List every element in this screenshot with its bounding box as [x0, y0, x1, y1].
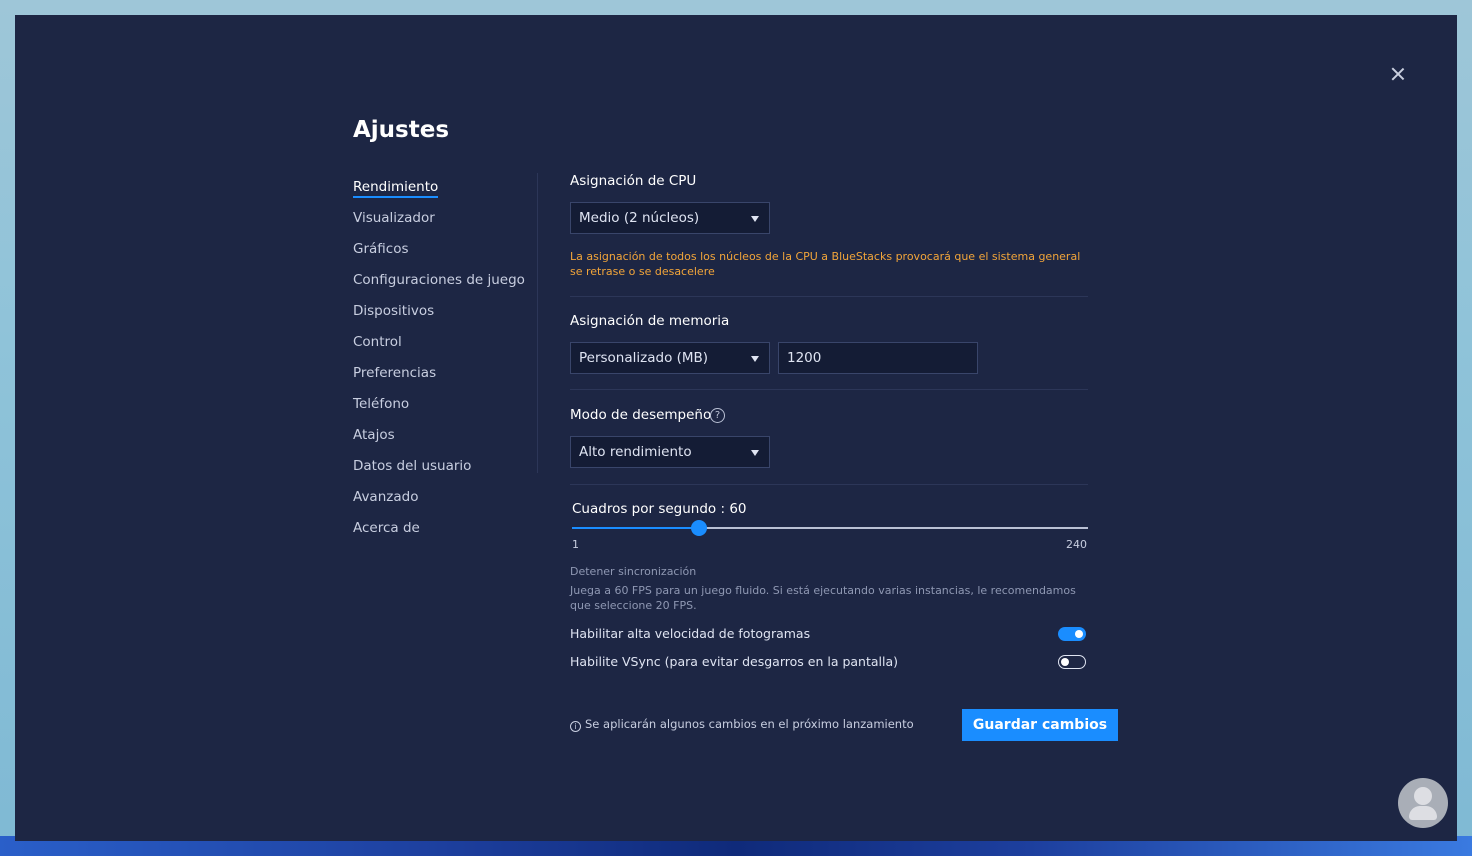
- sidebar-item-control[interactable]: Control: [353, 333, 525, 364]
- sidebar-item-avanzado[interactable]: Avanzado: [353, 488, 525, 519]
- sidebar-item-telefono[interactable]: Teléfono: [353, 395, 525, 426]
- dialog-title: Ajustes: [353, 117, 450, 143]
- sidebar-item-label: Rendimiento: [353, 179, 439, 198]
- section-divider: [570, 484, 1088, 485]
- chevron-down-icon: [751, 216, 759, 222]
- sidebar-item-visualizador[interactable]: Visualizador: [353, 209, 525, 240]
- performance-mode-value: Alto rendimiento: [579, 444, 692, 460]
- performance-mode-label: Modo de desempeño: [570, 407, 712, 423]
- info-circle-icon: i: [570, 721, 581, 732]
- fps-label: Cuadros por segundo : 60: [572, 501, 747, 517]
- fps-slider-track[interactable]: [572, 527, 1088, 529]
- fps-slider-fill: [572, 527, 700, 529]
- cpu-allocation-label: Asignación de CPU: [570, 173, 697, 189]
- cpu-allocation-select[interactable]: Medio (2 núcleos): [570, 202, 770, 234]
- save-changes-button[interactable]: Guardar cambios: [962, 709, 1118, 741]
- avatar-watermark-icon: [1398, 778, 1448, 828]
- sidebar-item-atajos[interactable]: Atajos: [353, 426, 525, 457]
- fps-slider-thumb[interactable]: [691, 520, 708, 536]
- restart-info: i Se aplicarán algunos cambios en el próx…: [570, 717, 914, 732]
- vsync-toggle[interactable]: [1058, 655, 1086, 669]
- sync-description: Juega a 60 FPS para un juego fluido. Si …: [570, 584, 1076, 612]
- chevron-down-icon: [751, 450, 759, 456]
- sidebar-item-graficos[interactable]: Gráficos: [353, 240, 525, 271]
- sidebar-item-label: Atajos: [353, 427, 395, 443]
- sidebar-item-datos-del-usuario[interactable]: Datos del usuario: [353, 457, 525, 488]
- performance-mode-select[interactable]: Alto rendimiento: [570, 436, 770, 468]
- toggle-knob: [1075, 630, 1083, 638]
- sidebar-item-label: Configuraciones de juego: [353, 272, 525, 288]
- close-icon[interactable]: [1388, 64, 1408, 84]
- memory-allocation-label: Asignación de memoria: [570, 313, 730, 329]
- memory-allocation-select[interactable]: Personalizado (MB): [570, 342, 770, 374]
- settings-sidebar: Rendimiento Visualizador Gráficos Config…: [353, 178, 525, 550]
- sidebar-item-label: Gráficos: [353, 241, 409, 257]
- sidebar-item-dispositivos[interactable]: Dispositivos: [353, 302, 525, 333]
- cpu-allocation-value: Medio (2 núcleos): [579, 210, 700, 226]
- section-divider: [570, 389, 1088, 390]
- question-circle-icon[interactable]: ?: [710, 408, 725, 423]
- chevron-down-icon: [751, 356, 759, 362]
- memory-mb-input[interactable]: [778, 342, 978, 374]
- sidebar-item-label: Dispositivos: [353, 303, 435, 319]
- sidebar-item-configuraciones-de-juego[interactable]: Configuraciones de juego: [353, 271, 525, 302]
- sidebar-item-preferencias[interactable]: Preferencias: [353, 364, 525, 395]
- sidebar-item-label: Preferencias: [353, 365, 437, 381]
- section-divider: [570, 296, 1088, 297]
- sidebar-item-acerca-de[interactable]: Acerca de: [353, 519, 525, 550]
- sidebar-item-label: Control: [353, 334, 402, 350]
- settings-dialog: Ajustes Rendimiento Visualizador Gráfico…: [15, 15, 1457, 841]
- toggle-knob: [1061, 657, 1069, 666]
- sidebar-item-label: Visualizador: [353, 210, 435, 226]
- sidebar-item-label: Acerca de: [353, 520, 420, 536]
- sidebar-item-label: Teléfono: [353, 396, 410, 412]
- memory-allocation-value: Personalizado (MB): [579, 350, 709, 366]
- high-fps-toggle[interactable]: [1058, 627, 1086, 641]
- fps-min-label: 1: [572, 538, 579, 551]
- sidebar-item-label: Avanzado: [353, 489, 419, 505]
- cpu-warning-text: La asignación de todos los núcleos de la…: [570, 250, 1081, 278]
- sidebar-divider: [537, 173, 538, 473]
- sidebar-item-label: Datos del usuario: [353, 458, 472, 474]
- sync-title: Detener sincronización: [570, 565, 697, 578]
- vsync-label: Habilite VSync (para evitar desgarros en…: [570, 654, 899, 669]
- fps-max-label: 240: [1066, 538, 1087, 551]
- restart-info-text: Se aplicarán algunos cambios en el próxi…: [585, 717, 914, 731]
- sidebar-item-rendimiento[interactable]: Rendimiento: [353, 178, 525, 209]
- high-fps-label: Habilitar alta velocidad de fotogramas: [570, 626, 811, 641]
